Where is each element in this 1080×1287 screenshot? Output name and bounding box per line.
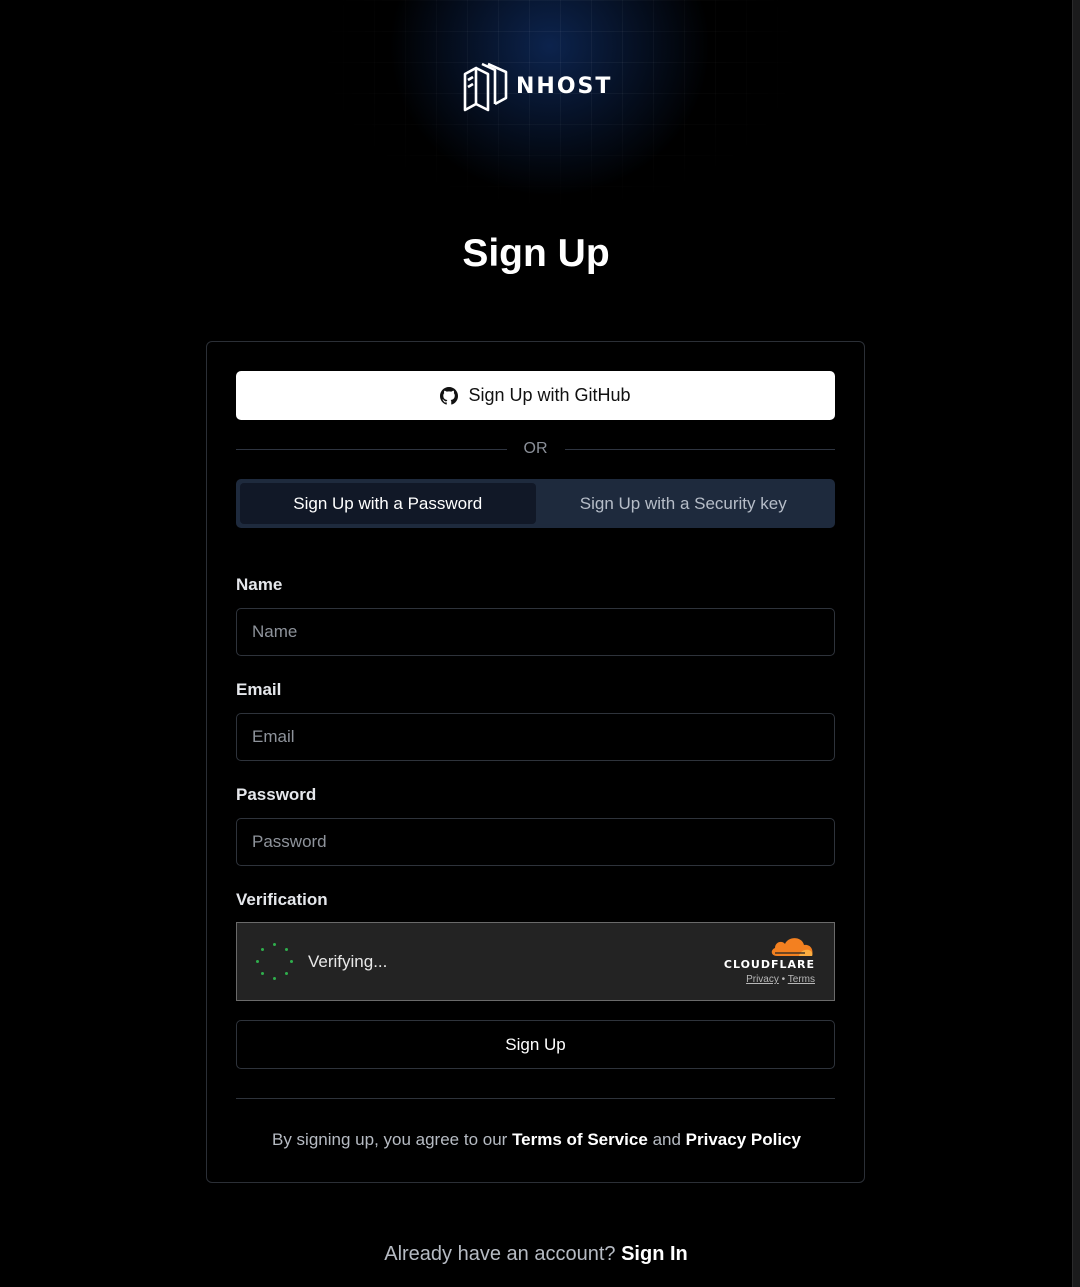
card-divider [236, 1098, 835, 1099]
terms-of-service-link[interactable]: Terms of Service [512, 1130, 648, 1149]
spinner-icon [255, 942, 293, 981]
verification-label: Verification [236, 890, 328, 909]
github-signup-label: Sign Up with GitHub [468, 385, 631, 405]
cloudflare-links: Privacy • Terms [746, 974, 815, 985]
email-label: Email [236, 680, 282, 699]
cloudflare-wordmark: CLOUDFLARE [723, 958, 815, 971]
github-signup-button[interactable]: Sign Up with GitHub [236, 371, 835, 420]
legal-text: By signing up, you agree to our Terms of… [207, 1130, 866, 1150]
privacy-policy-link[interactable]: Privacy Policy [686, 1130, 801, 1149]
header-grid-pattern [250, 0, 870, 230]
signin-prompt: Already have an account? Sign In [0, 1243, 1072, 1266]
tab-security-key[interactable]: Sign Up with a Security key [536, 483, 832, 524]
scrollbar-track[interactable] [1072, 0, 1080, 1287]
separator-line-left [236, 448, 507, 450]
header-glow [240, 0, 860, 230]
legal-conjunction: and [652, 1130, 681, 1149]
signup-method-tabs: Sign Up with a Password Sign Up with a S… [236, 479, 835, 528]
cloudflare-cloud-icon [771, 938, 813, 956]
logo-wordmark: NHOST [516, 73, 613, 99]
nhost-logo[interactable]: NHOST [462, 60, 612, 112]
cloudflare-privacy-link[interactable]: Privacy [746, 974, 779, 985]
page-title: Sign Up [462, 232, 610, 275]
password-label: Password [236, 785, 317, 804]
separator-line-right [564, 448, 835, 450]
signin-prompt-text: Already have an account? [384, 1243, 616, 1265]
signin-link[interactable]: Sign In [621, 1243, 688, 1265]
signup-page: NHOST Sign Up Sign Up with GitHub OR Sig… [0, 0, 1080, 1287]
signup-submit-button[interactable]: Sign Up [236, 1020, 835, 1069]
cloudflare-branding: CLOUDFLARE Privacy • Terms [715, 935, 815, 991]
password-input[interactable] [236, 818, 835, 866]
verification-status: Verifying... [308, 951, 388, 971]
tab-password[interactable]: Sign Up with a Password [240, 483, 536, 524]
or-separator: OR [236, 439, 835, 459]
cloudflare-link-separator: • [781, 974, 786, 985]
name-label: Name [236, 575, 283, 594]
nhost-logo-icon [463, 62, 508, 112]
email-input[interactable] [236, 713, 835, 761]
or-text: OR [523, 440, 548, 457]
github-icon [440, 386, 459, 405]
legal-prefix: By signing up, you agree to our [272, 1130, 508, 1149]
name-input[interactable] [236, 608, 835, 656]
cloudflare-terms-link[interactable]: Terms [788, 974, 815, 985]
turnstile-widget[interactable]: Verifying... CLOUDFLARE Privacy • Terms [236, 922, 835, 1001]
signup-card: Sign Up with GitHub OR Sign Up with a Pa… [206, 341, 865, 1183]
